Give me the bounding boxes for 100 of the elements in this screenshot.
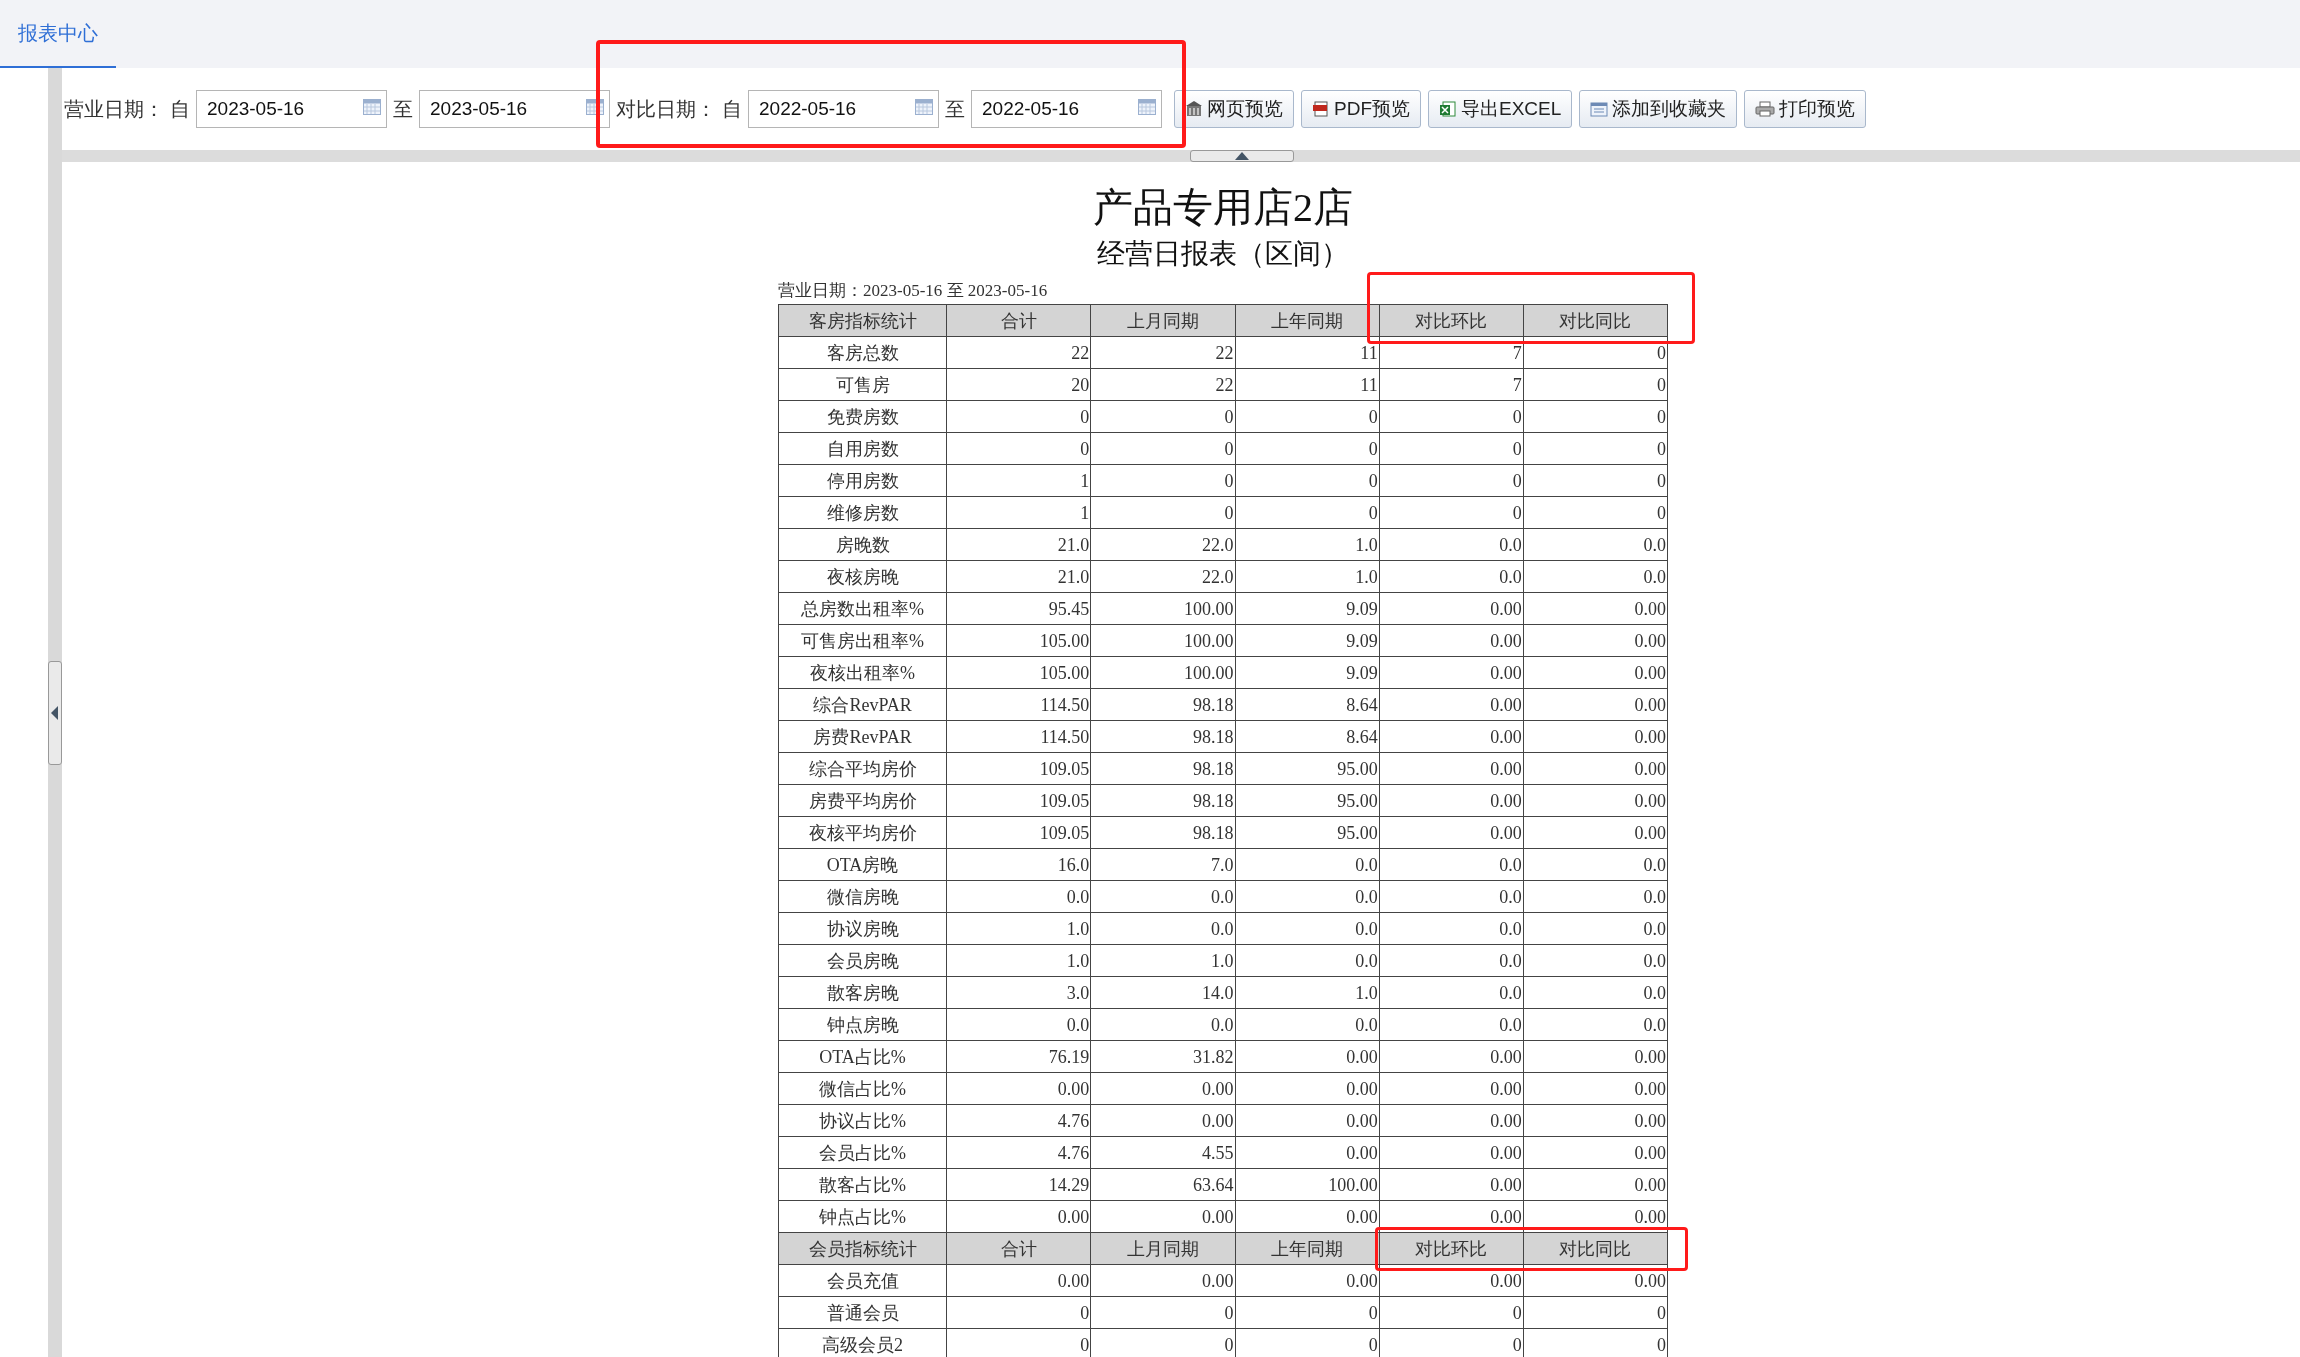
table-cell: 0.00 bbox=[1090, 1104, 1235, 1137]
table-cell: 7.0 bbox=[1090, 848, 1235, 881]
calendar-icon[interactable] bbox=[363, 99, 381, 115]
row-label: 会员充值 bbox=[778, 1264, 947, 1297]
table-cell: 0.00 bbox=[1523, 816, 1668, 849]
table-cell: 0.00 bbox=[1523, 720, 1668, 753]
filter-label: 营业日期： bbox=[64, 97, 164, 122]
table-cell: 0.00 bbox=[1523, 656, 1668, 689]
table-cell: 0.00 bbox=[1235, 1040, 1380, 1073]
date-field[interactable]: 2023-05-16 bbox=[196, 90, 387, 128]
row-label: 钟点占比% bbox=[778, 1200, 947, 1233]
date-field[interactable]: 2022-05-16 bbox=[971, 90, 1162, 128]
report-date-range: 营业日期：2023-05-16 至 2023-05-16 bbox=[778, 280, 1049, 302]
table-cell: 9.09 bbox=[1235, 624, 1380, 657]
table-cell: 0.00 bbox=[1090, 1200, 1235, 1233]
table-cell: 31.82 bbox=[1090, 1040, 1235, 1073]
table-cell: 0 bbox=[1235, 1296, 1380, 1329]
table-cell: 22 bbox=[1090, 336, 1235, 369]
table-cell: 9.09 bbox=[1235, 656, 1380, 689]
row-label: 夜核平均房价 bbox=[778, 816, 947, 849]
table-cell: 0.00 bbox=[1523, 1104, 1668, 1137]
table-cell: 0.00 bbox=[1523, 784, 1668, 817]
table-cell: 0.00 bbox=[1379, 592, 1524, 625]
toolbar-button[interactable]: PDF预览 bbox=[1301, 90, 1421, 128]
printer-icon bbox=[1755, 101, 1776, 117]
calendar-icon[interactable] bbox=[1138, 99, 1156, 115]
left-arrow-icon bbox=[51, 705, 59, 720]
table-cell: 0.0 bbox=[1523, 528, 1668, 561]
table-cell: 0.0 bbox=[1235, 1008, 1380, 1041]
table-cell: 0.0 bbox=[1090, 880, 1235, 913]
table-cell: 1.0 bbox=[1235, 976, 1380, 1009]
table-cell: 0.0 bbox=[1379, 912, 1524, 945]
table-cell: 0.0 bbox=[1523, 1008, 1668, 1041]
table-cell: 109.05 bbox=[946, 816, 1091, 849]
table-cell: 0 bbox=[1523, 432, 1668, 465]
collapse-handle[interactable] bbox=[48, 660, 62, 765]
table-cell: 0.0 bbox=[1235, 944, 1380, 977]
table-cell: 0.0 bbox=[1235, 880, 1380, 913]
table-cell: 0 bbox=[946, 400, 1091, 433]
table-cell: 22 bbox=[1090, 368, 1235, 401]
table-cell: 0 bbox=[1090, 1296, 1235, 1329]
table-cell: 0.00 bbox=[946, 1200, 1091, 1233]
table-cell: 0.00 bbox=[1379, 784, 1524, 817]
row-label: 综合平均房价 bbox=[778, 752, 947, 785]
table-cell: 11 bbox=[1235, 336, 1380, 369]
row-label: 散客房晚 bbox=[778, 976, 947, 1009]
date-field[interactable]: 2022-05-16 bbox=[748, 90, 939, 128]
filter-label: 对比日期： bbox=[616, 97, 716, 122]
date-field[interactable]: 2023-05-16 bbox=[419, 90, 610, 128]
table-cell: 0.0 bbox=[1235, 848, 1380, 881]
table-cell: 0.0 bbox=[946, 880, 1091, 913]
table-cell: 0.0 bbox=[1090, 912, 1235, 945]
column-header: 上月同期 bbox=[1090, 1232, 1235, 1265]
table-cell: 0.0 bbox=[1523, 912, 1668, 945]
table-cell: 0.00 bbox=[1523, 1040, 1668, 1073]
row-label: 高级会员2 bbox=[778, 1328, 947, 1357]
table-cell: 0 bbox=[1523, 368, 1668, 401]
table-cell: 98.18 bbox=[1090, 752, 1235, 785]
table-cell: 14.29 bbox=[946, 1168, 1091, 1201]
toolbar-button[interactable]: 导出EXCEL bbox=[1428, 90, 1573, 128]
table-cell: 1.0 bbox=[946, 944, 1091, 977]
table-cell: 0.00 bbox=[1090, 1264, 1235, 1297]
table-cell: 0.00 bbox=[946, 1264, 1091, 1297]
table-cell: 0 bbox=[946, 432, 1091, 465]
table-cell: 0.0 bbox=[1379, 848, 1524, 881]
document-icon bbox=[1312, 101, 1330, 117]
toolbar-button[interactable]: 网页预览 bbox=[1174, 90, 1294, 128]
column-header: 客房指标统计 bbox=[778, 304, 947, 337]
table-cell: 21.0 bbox=[946, 560, 1091, 593]
row-label: 房费RevPAR bbox=[778, 720, 947, 753]
toolbar-button[interactable]: 添加到收藏夹 bbox=[1579, 90, 1738, 128]
row-label: 综合RevPAR bbox=[778, 688, 947, 721]
table-cell: 0.0 bbox=[1523, 560, 1668, 593]
table-cell: 109.05 bbox=[946, 784, 1091, 817]
table-cell: 0.00 bbox=[1523, 688, 1668, 721]
table-cell: 14.0 bbox=[1090, 976, 1235, 1009]
table-cell: 0.0 bbox=[1523, 944, 1668, 977]
to-label: 至 bbox=[945, 97, 965, 122]
table-cell: 20 bbox=[946, 368, 1091, 401]
row-label: 维修房数 bbox=[778, 496, 947, 529]
table-cell: 1.0 bbox=[1090, 944, 1235, 977]
table-cell: 0 bbox=[1235, 496, 1380, 529]
column-header: 会员指标统计 bbox=[778, 1232, 947, 1265]
column-header: 对比同比 bbox=[1523, 304, 1668, 337]
table-cell: 1.0 bbox=[1235, 560, 1380, 593]
table-cell: 1.0 bbox=[946, 912, 1091, 945]
table-cell: 0.0 bbox=[1379, 560, 1524, 593]
row-label: 总房数出租率% bbox=[778, 592, 947, 625]
table-cell: 114.50 bbox=[946, 720, 1091, 753]
table-cell: 0.00 bbox=[1523, 1136, 1668, 1169]
table-cell: 1 bbox=[946, 464, 1091, 497]
report-title: 产品专用店2店 bbox=[1092, 184, 1354, 232]
calendar-icon[interactable] bbox=[915, 99, 933, 115]
table-cell: 0.00 bbox=[1235, 1104, 1380, 1137]
toolbar-button[interactable]: 打印预览 bbox=[1744, 90, 1867, 128]
table-cell: 0 bbox=[1379, 1296, 1524, 1329]
row-label: 可售房出租率% bbox=[778, 624, 947, 657]
splitter-handle[interactable] bbox=[1190, 150, 1294, 162]
table-cell: 22 bbox=[946, 336, 1091, 369]
table-cell: 0.00 bbox=[1379, 720, 1524, 753]
